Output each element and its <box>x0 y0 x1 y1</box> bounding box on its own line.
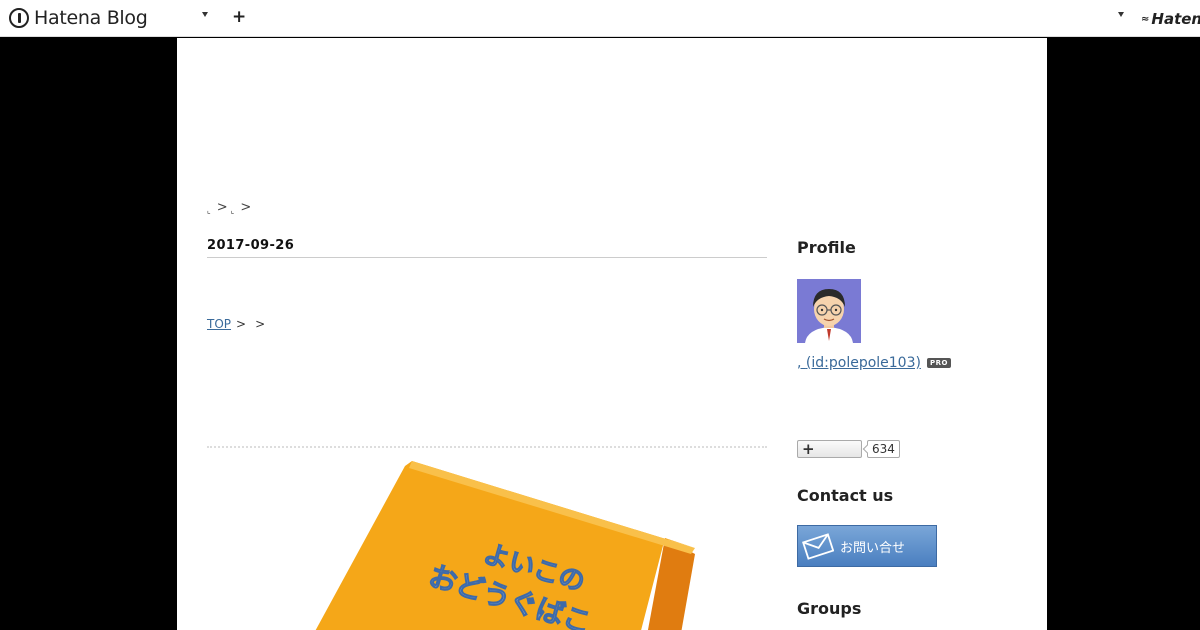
pro-badge: PRO <box>926 358 951 368</box>
hatena-home-link[interactable]: ≈ Hatena <box>1141 10 1200 28</box>
hatena-logo-icon <box>9 8 29 28</box>
new-post-plus-button[interactable]: + <box>232 7 246 27</box>
plus-icon: + <box>802 440 815 458</box>
contact-button[interactable]: お問い合せ <box>797 525 937 567</box>
breadcrumb-separator: > <box>216 200 228 215</box>
profile-name: , (id:polepole103) PRO <box>797 355 951 371</box>
breadcrumb-separator: > <box>240 200 252 215</box>
entry-main: 2017-09-26 TOP > > よいこの おどうぐばこ <box>207 238 767 630</box>
breadcrumb-item[interactable]: ⌞ <box>207 206 211 215</box>
subscribe-button[interactable]: + <box>797 440 862 458</box>
path-separator: > <box>255 317 266 331</box>
entry-date[interactable]: 2017-09-26 <box>207 238 767 258</box>
orange-box-illustration: よいこの おどうぐばこ <box>315 461 695 630</box>
eyecatch-image: よいこの おどうぐばこ <box>307 456 707 630</box>
subscribe-widget: + 634 <box>797 440 900 458</box>
logo-text: Hatena Blog <box>34 7 148 29</box>
user-avatar-illustration <box>797 279 861 343</box>
contact-button-label: お問い合せ <box>840 540 906 556</box>
envelope-icon <box>802 533 834 560</box>
subscriber-count: 634 <box>867 440 900 458</box>
blog-menu-chevron-down-icon[interactable] <box>202 12 208 17</box>
path-separator: > <box>236 317 247 331</box>
hatena-text: Hatena <box>1151 10 1200 28</box>
hatena-wing-icon: ≈ <box>1141 13 1150 25</box>
global-header: Hatena Blog + ≈ Hatena <box>0 0 1200 37</box>
sidebar: Profile , (id:polepole103) PRO + 634 Con… <box>797 238 1017 618</box>
entry-category-path: TOP > > <box>207 317 269 331</box>
hatena-blog-logo[interactable]: Hatena Blog <box>9 7 148 29</box>
profile-id-link[interactable]: , (id:polepole103) <box>797 355 921 371</box>
breadcrumb-item[interactable]: ⌞ <box>231 206 235 215</box>
entry-divider <box>207 446 767 448</box>
contact-heading: Contact us <box>797 486 894 505</box>
blog-breadcrumb: ⌞ > ⌞ > <box>207 200 254 215</box>
blog-page: ⌞ > ⌞ > 2017-09-26 TOP > > よいこの おどうぐばこ Profil… <box>177 38 1047 630</box>
profile-id-text: (id:polepole103) <box>805 355 921 371</box>
top-link[interactable]: TOP <box>207 317 231 331</box>
profile-heading: Profile <box>797 238 856 257</box>
groups-heading: Groups <box>797 599 862 618</box>
avatar[interactable] <box>797 279 861 343</box>
account-menu-chevron-down-icon[interactable] <box>1118 12 1124 17</box>
